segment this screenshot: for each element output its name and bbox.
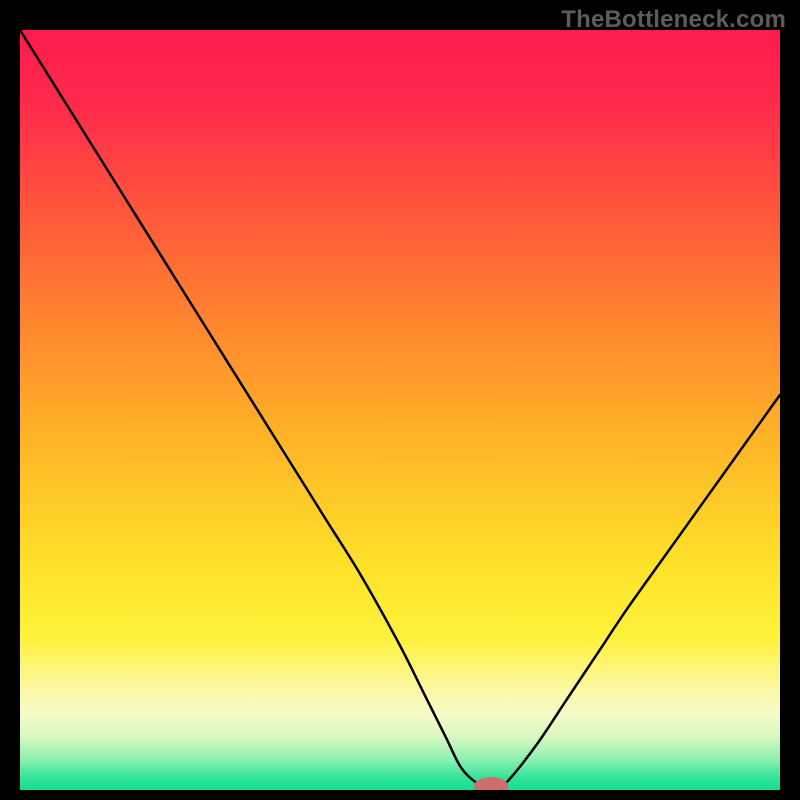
- optimal-point-marker: [474, 778, 507, 790]
- chart-frame: TheBottleneck.com: [0, 0, 800, 800]
- gradient-background: [20, 30, 780, 790]
- chart-svg: [20, 30, 780, 790]
- plot-area: [20, 30, 780, 790]
- watermark-text: TheBottleneck.com: [561, 6, 786, 34]
